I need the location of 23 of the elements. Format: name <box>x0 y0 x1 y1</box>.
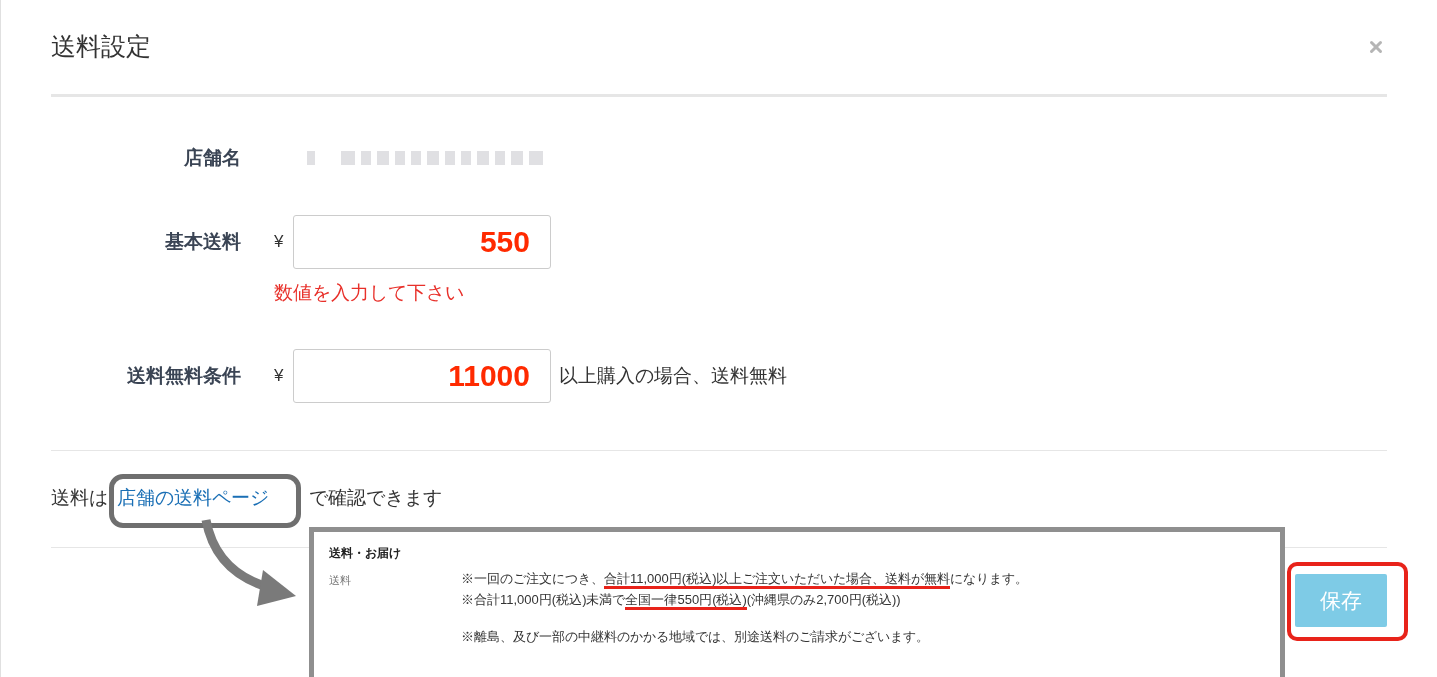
preview-text: 合計11,000円(税込)以上ご注文いただいた場合、送料が無料 <box>604 572 951 589</box>
note-text: 送料は <box>51 485 108 510</box>
field-label: 店舗名 <box>183 145 241 170</box>
amount-input[interactable]: 11000 <box>293 349 551 403</box>
preview-heading: 送料・お届け <box>329 545 402 562</box>
shipping-page-link[interactable]: 店舗の送料ページ <box>117 483 269 513</box>
preview-text: ※一回のご注文につき、 <box>461 572 604 588</box>
yen-sign: ¥ <box>274 231 285 254</box>
preview-text: 全国一律550円(税込) <box>625 593 747 610</box>
note-text: で確認できます <box>309 485 442 510</box>
preview-text: ※離島、及び一部の中継料のかかる地域では、別途送料のご請求がございます。 <box>461 630 929 646</box>
preview-text: ※合計11,000円(税込)未満で <box>461 593 626 609</box>
preview-text: になります。 <box>950 572 1029 588</box>
field-label: 基本送料 <box>164 229 241 254</box>
dialog-title: 送料設定 <box>51 31 151 63</box>
close-icon[interactable] <box>1367 38 1385 56</box>
preview-text: (沖縄県のみ2,700円(税込)) <box>746 593 901 609</box>
error-message: 数値を入力して下さい <box>274 281 465 305</box>
amount-input[interactable]: 550 <box>293 215 551 269</box>
yen-sign: ¥ <box>274 365 285 388</box>
condition-text: 以上購入の場合、送料無料 <box>559 363 787 388</box>
preview-label: 送料 <box>329 573 352 588</box>
field-label: 送料無料条件 <box>126 363 241 388</box>
